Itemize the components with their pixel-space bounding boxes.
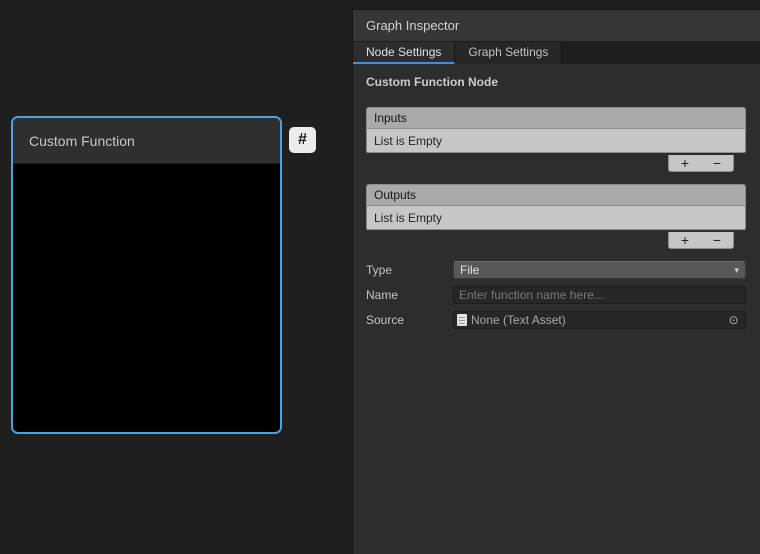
inspector-title: Graph Inspector: [366, 18, 459, 33]
inputs-footer-bar: + −: [668, 155, 734, 172]
outputs-footer-bar: + −: [668, 232, 734, 249]
inspector-tab-bar: Node Settings Graph Settings: [353, 42, 760, 64]
node-title: Custom Function: [29, 133, 135, 149]
tab-graph-settings-label: Graph Settings: [468, 45, 548, 59]
inputs-list-footer: + −: [366, 153, 746, 172]
outputs-list-header[interactable]: Outputs: [366, 184, 746, 205]
text-asset-icon: [457, 314, 467, 326]
inspector-content: Custom Function Node Inputs List is Empt…: [353, 64, 760, 329]
inputs-add-button[interactable]: +: [672, 156, 698, 170]
object-picker-icon[interactable]: ⊙: [725, 312, 742, 328]
inputs-list: Inputs List is Empty + −: [366, 107, 746, 172]
inputs-list-header-label: Inputs: [374, 111, 407, 125]
inputs-list-header[interactable]: Inputs: [366, 107, 746, 128]
outputs-add-button[interactable]: +: [672, 233, 698, 247]
outputs-list-footer: + −: [366, 230, 746, 249]
type-dropdown-value: File: [460, 263, 479, 277]
type-dropdown[interactable]: File ▾: [453, 261, 746, 279]
graph-canvas[interactable]: Custom Function # Graph Inspector Node S…: [0, 0, 760, 554]
node-header[interactable]: Custom Function: [13, 118, 280, 164]
outputs-remove-button[interactable]: −: [704, 233, 730, 247]
custom-function-node[interactable]: Custom Function: [11, 116, 282, 434]
function-name-input[interactable]: [453, 286, 746, 304]
outputs-list-empty-row: List is Empty: [366, 205, 746, 230]
name-label: Name: [366, 288, 453, 302]
tab-node-settings-label: Node Settings: [366, 45, 441, 59]
source-object-value: None (Text Asset): [471, 313, 566, 327]
inspector-title-bar[interactable]: Graph Inspector: [353, 10, 760, 42]
section-title: Custom Function Node: [366, 75, 746, 89]
source-row: Source None (Text Asset) ⊙: [366, 311, 746, 329]
outputs-list-header-label: Outputs: [374, 188, 416, 202]
inputs-empty-label: List is Empty: [374, 134, 442, 148]
dropdown-arrow-icon: ▾: [734, 265, 739, 276]
inputs-list-empty-row: List is Empty: [366, 128, 746, 153]
source-object-field[interactable]: None (Text Asset) ⊙: [453, 311, 746, 329]
graph-inspector-panel: Graph Inspector Node Settings Graph Sett…: [352, 9, 760, 554]
hash-badge-icon[interactable]: #: [289, 127, 316, 153]
tab-node-settings[interactable]: Node Settings: [353, 42, 455, 64]
type-label: Type: [366, 263, 453, 277]
tab-graph-settings[interactable]: Graph Settings: [455, 42, 562, 64]
name-row: Name: [366, 286, 746, 304]
outputs-empty-label: List is Empty: [374, 211, 442, 225]
type-row: Type File ▾: [366, 261, 746, 279]
node-body: [13, 164, 280, 431]
source-label: Source: [366, 313, 453, 327]
inputs-remove-button[interactable]: −: [704, 156, 730, 170]
outputs-list: Outputs List is Empty + −: [366, 184, 746, 249]
